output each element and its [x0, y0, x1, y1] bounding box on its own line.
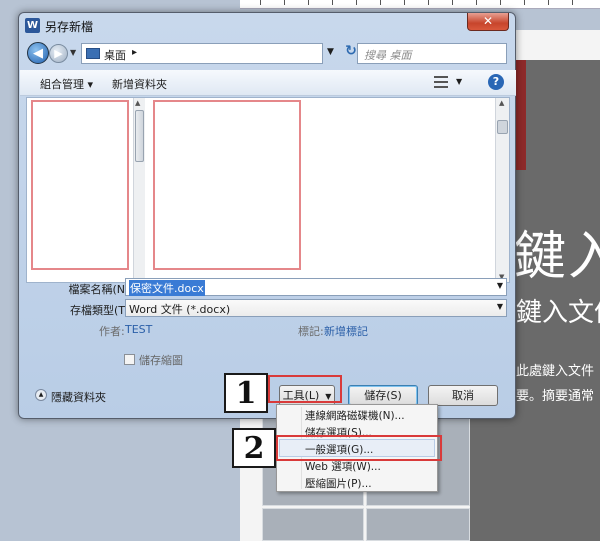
filename-dropdown-icon[interactable]: ▼	[497, 281, 503, 290]
filename-label: 檔案名稱(N):	[68, 283, 133, 296]
step-1-callout: 1	[224, 373, 268, 413]
breadcrumb-chevron-icon[interactable]: ▸	[132, 47, 137, 58]
ruler	[240, 0, 600, 9]
general-options-highlight-box	[276, 435, 442, 461]
scroll-up-icon[interactable]: ▲	[499, 99, 504, 107]
view-options-icon[interactable]	[434, 75, 448, 89]
back-icon[interactable]: ◀	[27, 42, 49, 64]
collapse-arrow-icon[interactable]: ▲	[35, 389, 47, 401]
menu-item-web-options[interactable]: Web 選項(W)...	[305, 459, 381, 474]
filetype-value: Word 文件 (*.docx)	[129, 303, 231, 316]
navigation-scrollbar[interactable]: ▲	[133, 98, 145, 282]
filetype-dropdown-icon[interactable]: ▼	[497, 302, 503, 311]
new-folder-button[interactable]: 新增資料夾	[112, 76, 167, 92]
cover-heading: 鍵入	[514, 227, 600, 287]
filename-field[interactable]: 保密文件.docx ▼	[125, 278, 507, 296]
organize-button[interactable]: 組合管理 ▾	[40, 76, 93, 92]
author-value[interactable]: TEST	[125, 323, 152, 336]
recent-pages-dropdown-icon[interactable]: ▼	[70, 48, 76, 57]
file-browser: ▲ ▲ ▼	[26, 97, 510, 283]
command-bar: 組合管理 ▾ 新增資料夾 ▼ ?	[20, 70, 516, 96]
dialog-title: 另存新檔	[45, 20, 94, 34]
scroll-thumb[interactable]	[135, 110, 144, 162]
search-input[interactable]: 搜尋 桌面	[357, 43, 507, 64]
menu-item-compress-pictures[interactable]: 壓縮圖片(P)...	[305, 476, 372, 491]
word-icon: W	[25, 18, 40, 33]
search-placeholder: 搜尋 桌面	[364, 49, 412, 62]
menu-item-map-network-drive[interactable]: 連線網路磁碟機(N)...	[305, 408, 405, 423]
filetype-select[interactable]: Word 文件 (*.docx) ▼	[125, 299, 507, 317]
address-location[interactable]: 桌面	[104, 47, 126, 63]
forward-icon[interactable]: ▶	[49, 44, 68, 63]
desktop-folder-icon	[86, 48, 100, 59]
tools-highlight-box	[268, 375, 342, 403]
scroll-thumb[interactable]	[497, 120, 508, 134]
cover-subheading: 鍵入文件	[516, 298, 600, 328]
title-bar: W 另存新檔 ✕	[19, 13, 515, 37]
view-dropdown-icon[interactable]: ▼	[456, 77, 462, 86]
address-bar: ◀ ▶ ▼ 桌面 ▸ ▼ ↻ 搜尋 桌面	[25, 41, 509, 67]
address-dropdown-icon[interactable]: ▼	[327, 47, 334, 57]
tags-label: 標記:	[298, 325, 324, 338]
address-field[interactable]: 桌面 ▸	[81, 43, 323, 64]
file-list-scrollbar[interactable]: ▲ ▼	[495, 98, 509, 282]
navigation-pane[interactable]	[31, 100, 129, 270]
save-as-dialog: W 另存新檔 ✕ ◀ ▶ ▼ 桌面 ▸ ▼ ↻ 搜尋 桌面 組合管理 ▾ 新增資…	[18, 12, 516, 419]
file-list[interactable]	[153, 100, 301, 270]
hide-folders-link[interactable]: 隱藏資料夾	[51, 389, 106, 405]
author-label: 作者:	[99, 325, 125, 338]
tags-value[interactable]: 新增標記	[324, 323, 368, 339]
close-button[interactable]: ✕	[467, 13, 509, 31]
save-thumbnail-checkbox[interactable]	[124, 354, 135, 365]
save-button[interactable]: 儲存(S)	[348, 385, 418, 406]
cover-text-line: 要。摘要通常	[516, 389, 595, 404]
save-thumbnail-label: 儲存縮圖	[139, 354, 183, 367]
help-icon[interactable]: ?	[488, 74, 504, 90]
cancel-button[interactable]: 取消	[428, 385, 498, 406]
filetype-label: 存檔類型(T):	[69, 304, 133, 317]
step-2-callout: 2	[232, 428, 276, 468]
scroll-up-icon[interactable]: ▲	[135, 99, 140, 107]
filename-value[interactable]: 保密文件.docx	[129, 280, 205, 296]
cover-text-line: 此處鍵入文件	[516, 364, 595, 379]
